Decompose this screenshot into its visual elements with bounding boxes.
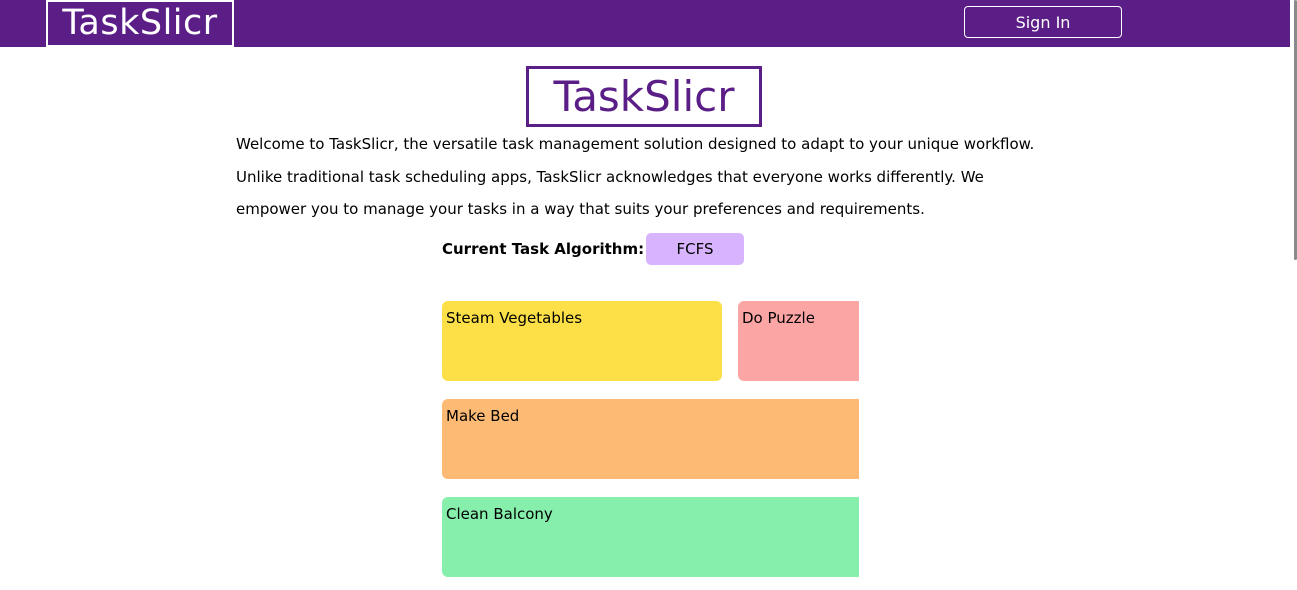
task-card-steam-vegetables[interactable]: Steam Vegetables xyxy=(442,301,722,381)
task-board: Steam Vegetables Do Puzzle Make Bed Clea… xyxy=(442,301,859,581)
task-card-do-puzzle[interactable]: Do Puzzle xyxy=(738,301,859,381)
top-navbar: TaskSlicr Sign In xyxy=(0,0,1290,47)
main-logo: TaskSlicr xyxy=(526,66,762,127)
header-logo[interactable]: TaskSlicr xyxy=(46,0,234,47)
algorithm-selector[interactable]: FCFS xyxy=(646,233,744,265)
task-card-clean-balcony[interactable]: Clean Balcony xyxy=(442,497,859,577)
task-card-make-bed[interactable]: Make Bed xyxy=(442,399,859,479)
sign-in-button[interactable]: Sign In xyxy=(964,6,1122,38)
algorithm-label: Current Task Algorithm: xyxy=(442,240,645,258)
intro-text: Welcome to TaskSlicr, the versatile task… xyxy=(236,135,1035,218)
